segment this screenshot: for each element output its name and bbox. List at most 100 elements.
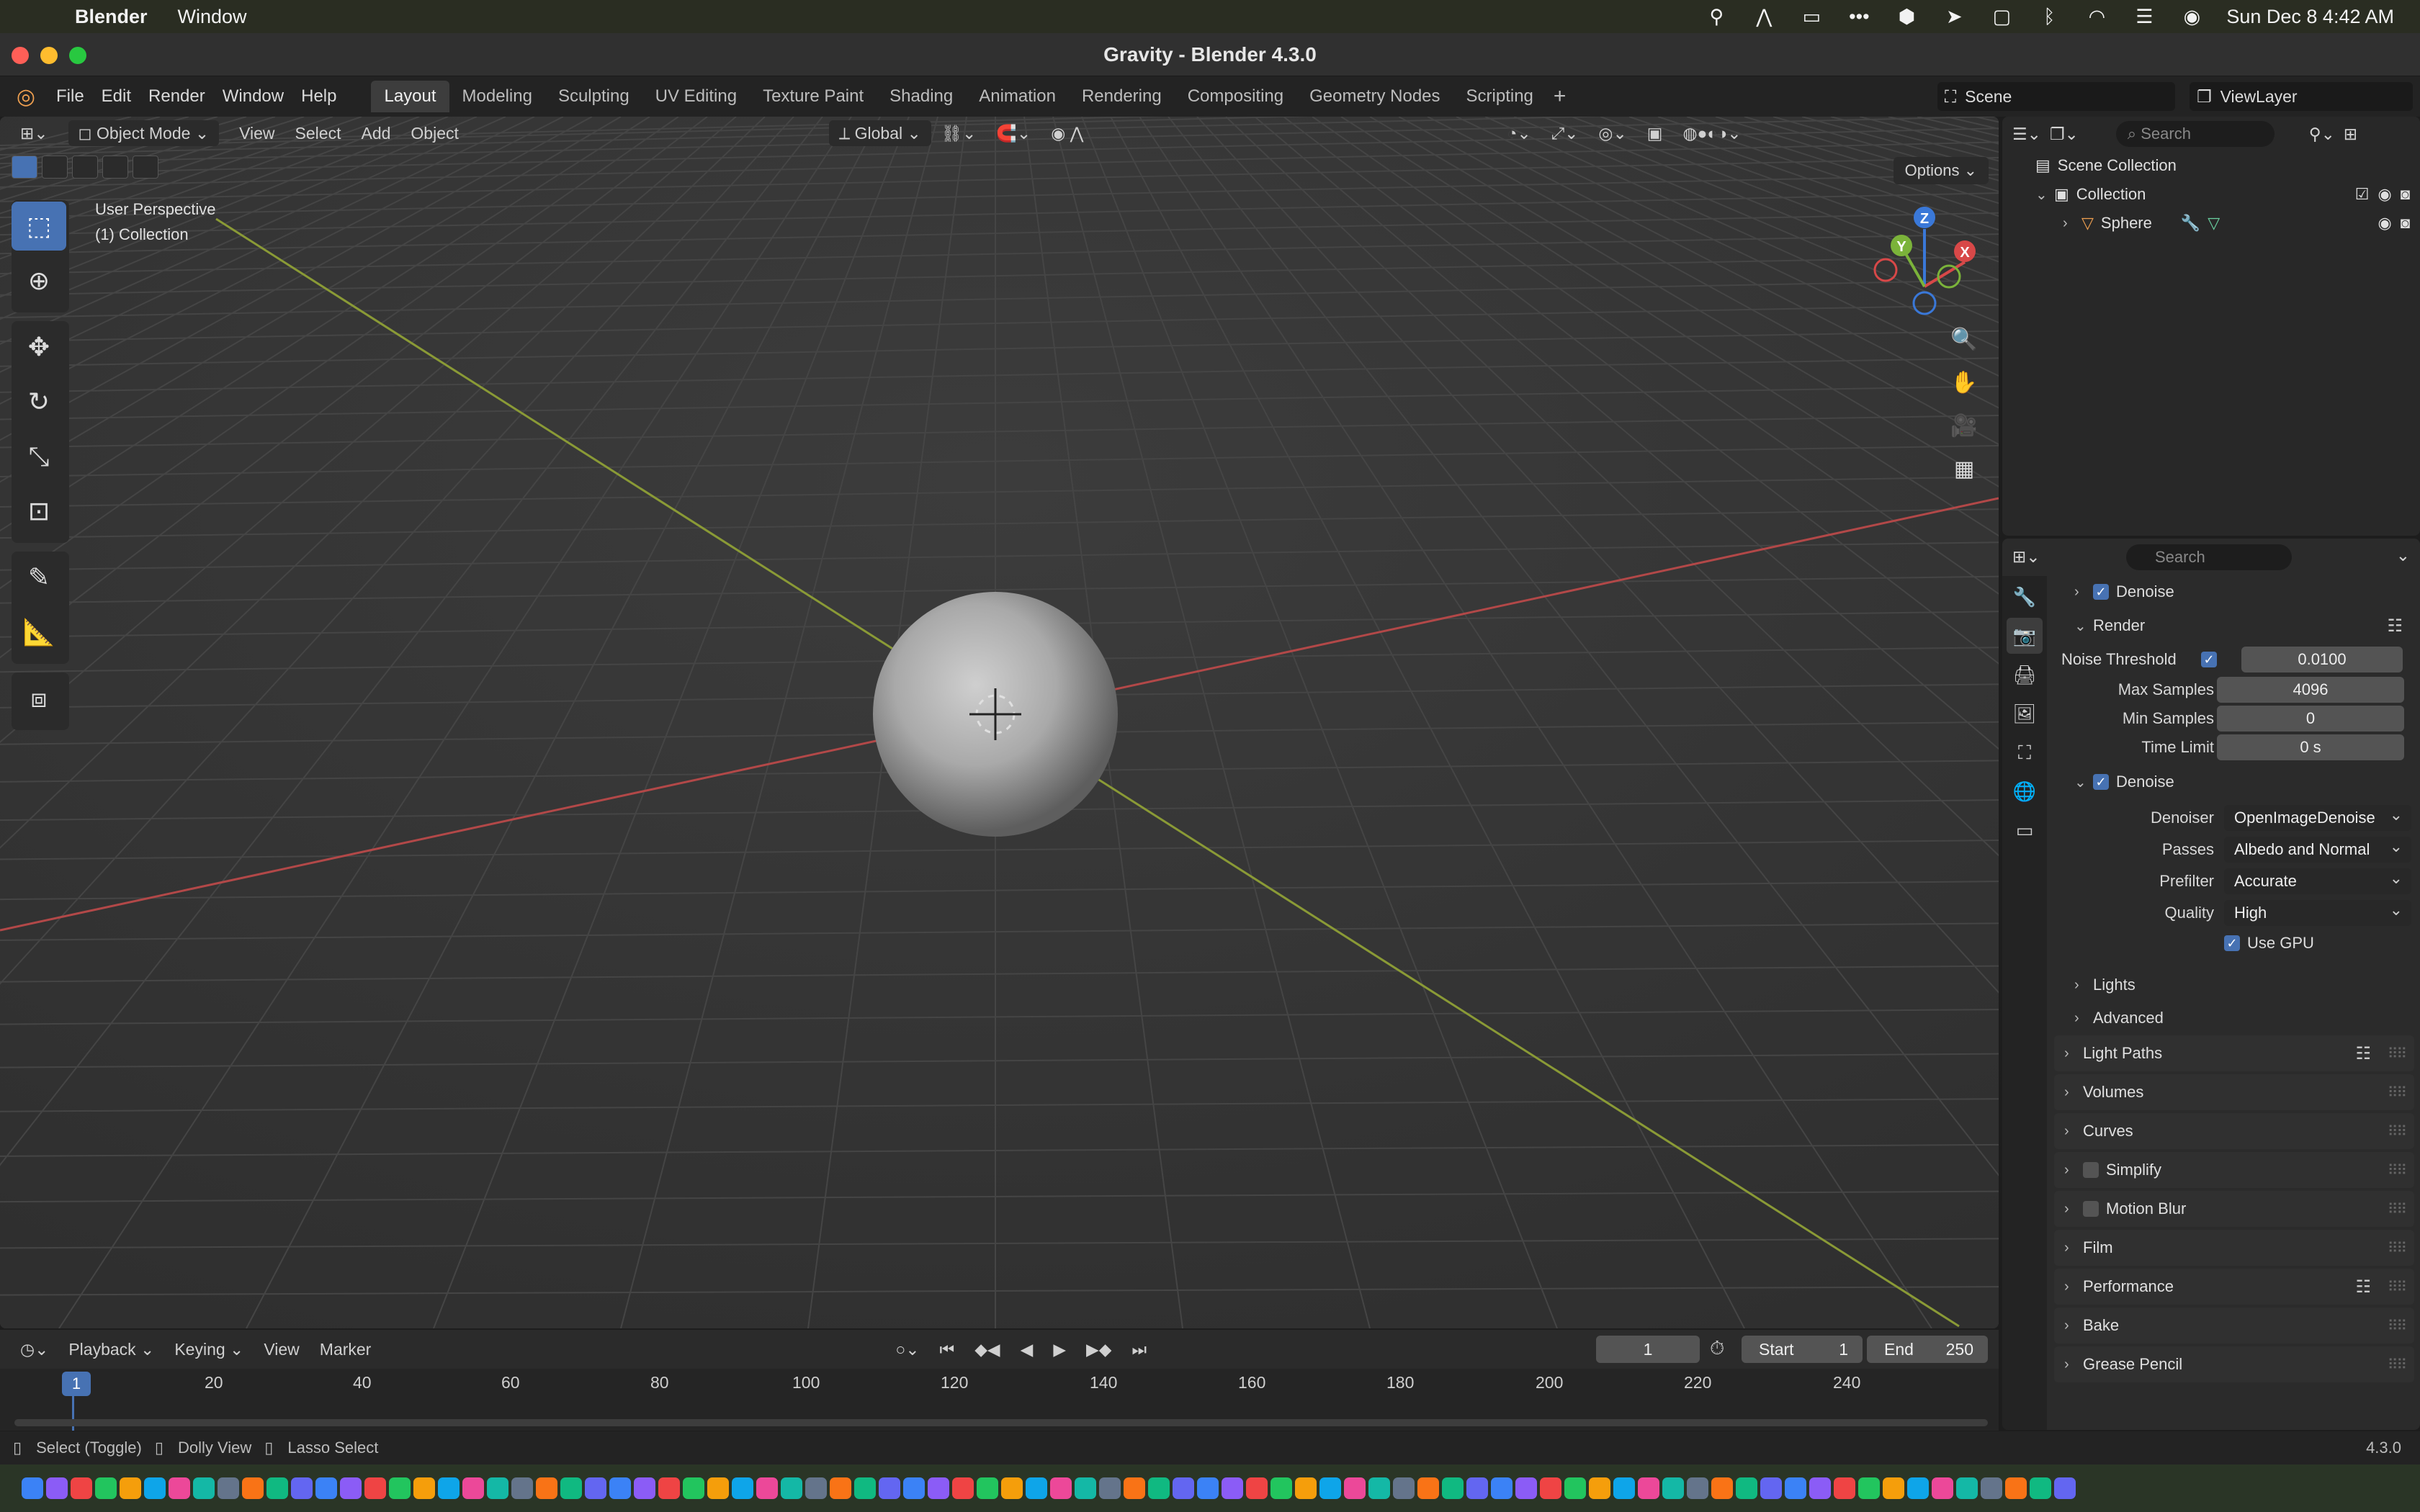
expand-chevron-icon[interactable]: › bbox=[2074, 1010, 2093, 1027]
dock-app-icon[interactable] bbox=[1001, 1477, 1023, 1499]
camera-view-icon[interactable]: 🎥 bbox=[1944, 406, 1984, 446]
dock-app-icon[interactable] bbox=[977, 1477, 998, 1499]
dock-app-icon[interactable] bbox=[707, 1477, 729, 1499]
expand-chevron-icon[interactable]: › bbox=[2064, 1240, 2083, 1256]
expand-chevron-icon[interactable]: › bbox=[2074, 584, 2093, 600]
tab-sculpting[interactable]: Sculpting bbox=[545, 81, 642, 112]
zoom-icon[interactable]: 🔍 bbox=[1944, 320, 1984, 360]
dock-app-icon[interactable] bbox=[511, 1477, 533, 1499]
auto-keying-icon[interactable]: ○⌄ bbox=[885, 1336, 929, 1362]
dock-app-icon[interactable] bbox=[46, 1477, 68, 1499]
motion-blur-checkbox[interactable] bbox=[2083, 1201, 2099, 1217]
tab-uv-editing[interactable]: UV Editing bbox=[642, 81, 750, 112]
dock-app-icon[interactable] bbox=[1344, 1477, 1366, 1499]
options-button[interactable]: Options ⌄ bbox=[1893, 157, 1989, 184]
editor-type-icon[interactable]: ⊞⌄ bbox=[10, 120, 58, 146]
dock-app-icon[interactable] bbox=[781, 1477, 802, 1499]
panel-light-paths[interactable]: › Light Paths ☷ ⠿⠿ bbox=[2054, 1035, 2414, 1071]
render-camera-icon[interactable]: ◙ bbox=[2401, 214, 2410, 233]
presets-list-icon[interactable]: ☷ bbox=[2355, 1277, 2371, 1297]
current-frame-field[interactable]: 1 bbox=[1596, 1336, 1700, 1363]
dock-app-icon[interactable] bbox=[1075, 1477, 1096, 1499]
panel-curves[interactable]: › Curves ⠿⠿ bbox=[2054, 1113, 2414, 1149]
dock-app-icon[interactable] bbox=[1540, 1477, 1561, 1499]
start-frame-field[interactable]: Start 1 bbox=[1742, 1336, 1863, 1363]
dock-app-icon[interactable] bbox=[487, 1477, 508, 1499]
select-extend-icon[interactable] bbox=[42, 156, 68, 179]
app-menu-blender[interactable]: Blender bbox=[75, 6, 148, 28]
timeline-scrollbar[interactable] bbox=[14, 1419, 1988, 1426]
rotate-tool-icon[interactable]: ↻ bbox=[12, 377, 66, 426]
tab-compositing[interactable]: Compositing bbox=[1175, 81, 1296, 112]
display-mode-icon[interactable]: ❐⌄ bbox=[2050, 125, 2079, 144]
prefilter-select[interactable]: Accurate bbox=[2224, 865, 2411, 894]
dock-app-icon[interactable] bbox=[193, 1477, 215, 1499]
dock-app-icon[interactable] bbox=[830, 1477, 851, 1499]
jump-end-icon[interactable]: ⏭ bbox=[1121, 1336, 1157, 1362]
expand-chevron-icon[interactable]: › bbox=[2064, 1279, 2083, 1295]
timeline-editor-type-icon[interactable]: ◷⌄ bbox=[10, 1336, 58, 1362]
stopwatch-icon[interactable]: ⏱ bbox=[1710, 1337, 1724, 1360]
dock-app-icon[interactable] bbox=[1515, 1477, 1537, 1499]
dock-app-icon[interactable] bbox=[1295, 1477, 1317, 1499]
outliner-editor-type-icon[interactable]: ☰⌄ bbox=[2012, 125, 2041, 144]
end-frame-field[interactable]: End 250 bbox=[1867, 1336, 1988, 1363]
dock-app-icon[interactable] bbox=[658, 1477, 680, 1499]
dock-app-icon[interactable] bbox=[389, 1477, 411, 1499]
dock-app-icon[interactable] bbox=[1711, 1477, 1733, 1499]
collection-tab-icon[interactable]: ▭ bbox=[2007, 812, 2043, 848]
send-icon[interactable]: ➤ bbox=[1941, 6, 1967, 28]
jump-start-icon[interactable]: ⏮ bbox=[930, 1336, 965, 1362]
panel-volumes[interactable]: › Volumes ⠿⠿ bbox=[2054, 1074, 2414, 1110]
next-keyframe-icon[interactable]: ▶◆ bbox=[1076, 1336, 1121, 1362]
dock-app-icon[interactable] bbox=[242, 1477, 264, 1499]
move-tool-icon[interactable]: ✥ bbox=[12, 323, 66, 372]
dock-app-icon[interactable] bbox=[1956, 1477, 1978, 1499]
expand-chevron-icon[interactable]: › bbox=[2074, 977, 2093, 994]
dock-app-icon[interactable] bbox=[1270, 1477, 1292, 1499]
dock-app-icon[interactable] bbox=[1246, 1477, 1268, 1499]
binoculars-icon[interactable]: ⚲ bbox=[1703, 6, 1729, 28]
presets-list-icon[interactable]: ☷ bbox=[2355, 1043, 2371, 1064]
dock-app-icon[interactable] bbox=[560, 1477, 582, 1499]
properties-options-chevron-icon[interactable]: ⌄ bbox=[2396, 546, 2410, 565]
render-tab-icon[interactable]: 📷 bbox=[2007, 618, 2043, 654]
dock-app-icon[interactable] bbox=[609, 1477, 631, 1499]
play-reverse-icon[interactable]: ◀ bbox=[1010, 1336, 1044, 1362]
dock-app-icon[interactable] bbox=[1173, 1477, 1194, 1499]
expand-chevron-icon[interactable]: › bbox=[2064, 1318, 2083, 1334]
expand-chevron-icon[interactable]: › bbox=[2064, 1201, 2083, 1218]
add-cube-tool-icon[interactable]: ⧈ bbox=[12, 674, 66, 723]
select-box-tool-icon[interactable]: ⬚ bbox=[12, 202, 66, 251]
snap-icon[interactable]: 🧲⌄ bbox=[986, 120, 1041, 146]
panel-simplify[interactable]: › Simplify ⠿⠿ bbox=[2054, 1152, 2414, 1188]
timeline-ruler[interactable]: 1 20 40 60 80 100 120 140 160 180 200 22… bbox=[0, 1369, 1999, 1431]
vpn-icon[interactable]: ⋀ bbox=[1751, 6, 1777, 28]
output-tab-icon[interactable]: 🖨 bbox=[2007, 657, 2043, 693]
max-samples-field[interactable]: 4096 bbox=[2217, 677, 2404, 703]
tab-scripting[interactable]: Scripting bbox=[1453, 81, 1546, 112]
dock-app-icon[interactable] bbox=[1564, 1477, 1586, 1499]
proportional-edit-icon[interactable]: ◉ ⋀ bbox=[1041, 120, 1093, 146]
dock-app-icon[interactable] bbox=[340, 1477, 362, 1499]
more-icon[interactable]: ••• bbox=[1846, 6, 1872, 28]
dock-app-icon[interactable] bbox=[1760, 1477, 1782, 1499]
render-subpanel-header[interactable]: ⌄ Render ☷ bbox=[2054, 608, 2414, 644]
use-gpu-checkbox[interactable]: ✓ bbox=[2224, 935, 2240, 951]
dock-app-icon[interactable] bbox=[1368, 1477, 1390, 1499]
dock-app-icon[interactable] bbox=[291, 1477, 313, 1499]
new-collection-icon[interactable]: ⊞ bbox=[2344, 125, 2357, 144]
cursor-tool-icon[interactable]: ⊕ bbox=[12, 256, 66, 305]
dock-app-icon[interactable] bbox=[2054, 1477, 2076, 1499]
passes-select[interactable]: Albedo and Normal bbox=[2224, 834, 2411, 863]
drag-grip-icon[interactable]: ⠿⠿ bbox=[2388, 1278, 2407, 1296]
dock-app-icon[interactable] bbox=[756, 1477, 778, 1499]
timeline-menu-marker[interactable]: Marker bbox=[310, 1336, 382, 1362]
screen-icon[interactable]: ▢ bbox=[1989, 6, 2015, 28]
dock-app-icon[interactable] bbox=[1613, 1477, 1635, 1499]
dock-app-icon[interactable] bbox=[1932, 1477, 1953, 1499]
dock-app-icon[interactable] bbox=[854, 1477, 876, 1499]
outliner-row-sphere[interactable]: › ▽ Sphere 🔧 ▽ ◉ ◙ bbox=[2002, 209, 2420, 238]
measure-tool-icon[interactable]: 📐 bbox=[12, 608, 66, 657]
dock-app-icon[interactable] bbox=[732, 1477, 753, 1499]
